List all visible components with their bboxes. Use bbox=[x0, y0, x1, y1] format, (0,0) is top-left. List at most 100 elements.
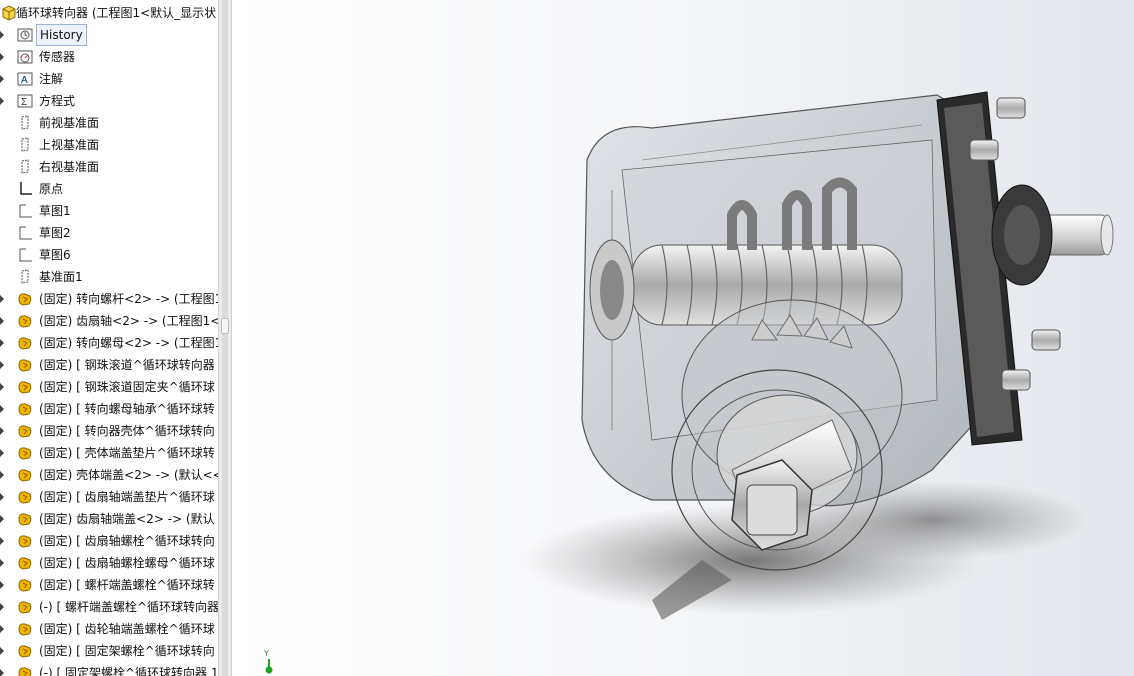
tree-item-label: (固定) 转向螺母<2> -> (工程图1 bbox=[39, 336, 218, 350]
tree-item[interactable]: (固定) 齿扇轴端盖<2> -> (默认 bbox=[0, 508, 218, 530]
model-view[interactable] bbox=[232, 0, 1134, 676]
tree-item[interactable]: Σ 方程式 bbox=[0, 90, 218, 112]
tree-item-label: (固定) [ 螺杆端盖螺栓^循环球转 bbox=[39, 578, 215, 592]
svg-text:Σ: Σ bbox=[21, 97, 27, 108]
part-icon bbox=[18, 447, 32, 460]
splitter-handle[interactable] bbox=[221, 318, 229, 334]
tree-item-label: (固定) [ 齿扇轴螺栓螺母^循环球 bbox=[39, 556, 215, 570]
tree-item-label: (固定) [ 壳体端盖垫片^循环球转 bbox=[39, 446, 215, 460]
expand-arrow-icon[interactable] bbox=[0, 339, 4, 347]
expand-arrow-icon[interactable] bbox=[0, 537, 4, 545]
part-icon bbox=[18, 403, 32, 416]
expand-arrow-icon[interactable] bbox=[0, 515, 4, 523]
tree-item[interactable]: 基准面1 bbox=[0, 266, 218, 288]
tree-item[interactable]: (固定) [ 螺杆端盖螺栓^循环球转 bbox=[0, 574, 218, 596]
tree-item[interactable]: (固定) 转向螺母<2> -> (工程图1 bbox=[0, 332, 218, 354]
tree-item[interactable]: (固定) [ 壳体端盖垫片^循环球转 bbox=[0, 442, 218, 464]
part-icon bbox=[18, 645, 32, 658]
tree-item[interactable]: (固定) [ 齿轮轴端盖螺栓^循环球 bbox=[0, 618, 218, 640]
tree-item-label: (-) [ 固定架螺栓^循环球转向器 1 bbox=[39, 666, 218, 676]
tree-item[interactable]: (固定) [ 齿扇轴端盖垫片^循环球 bbox=[0, 486, 218, 508]
tree-item[interactable]: 草图2 bbox=[0, 222, 218, 244]
tree-root-assembly[interactable]: 循环球转向器 (工程图1<默认_显示状 bbox=[0, 2, 218, 24]
tree-item-label: (固定) 齿扇轴<2> -> (工程图1< bbox=[39, 314, 218, 328]
origin-icon bbox=[20, 182, 32, 195]
part-icon bbox=[18, 491, 32, 504]
annotation-icon: A bbox=[17, 72, 33, 86]
tree-item[interactable]: 右视基准面 bbox=[0, 156, 218, 178]
expand-arrow-icon[interactable] bbox=[0, 471, 4, 479]
sensor-icon bbox=[17, 50, 33, 64]
part-icon bbox=[18, 293, 32, 306]
tree-item-label: 草图6 bbox=[39, 248, 71, 262]
tree-item[interactable]: (-) [ 螺杆端盖螺栓^循环球转向器 bbox=[0, 596, 218, 618]
svg-text:A: A bbox=[21, 75, 28, 86]
expand-arrow-icon[interactable] bbox=[0, 361, 4, 369]
tree-item-label: (-) [ 螺杆端盖螺栓^循环球转向器 bbox=[39, 600, 218, 614]
tree-root-label: 循环球转向器 (工程图1<默认_显示状 bbox=[16, 6, 217, 20]
tree-item[interactable]: (固定) [ 转向螺母轴承^循环球转 bbox=[0, 398, 218, 420]
expand-arrow-icon[interactable] bbox=[0, 97, 4, 105]
expand-arrow-icon[interactable] bbox=[0, 383, 4, 391]
tree-item[interactable]: (固定) [ 齿扇轴螺栓螺母^循环球 bbox=[0, 552, 218, 574]
expand-arrow-icon[interactable] bbox=[0, 581, 4, 589]
view-triad[interactable]: Y bbox=[262, 650, 276, 676]
tree-item[interactable]: (固定) [ 钢珠滚道固定夹^循环球 bbox=[0, 376, 218, 398]
triad-y-label: Y bbox=[264, 649, 269, 658]
tree-item-label: 草图1 bbox=[39, 204, 71, 218]
expand-arrow-icon[interactable] bbox=[0, 625, 4, 633]
expand-arrow-icon[interactable] bbox=[0, 603, 4, 611]
tree-item[interactable]: (固定) [ 钢珠滚道^循环球转向器 bbox=[0, 354, 218, 376]
tree-item[interactable]: (固定) [ 固定架螺栓^循环球转向 bbox=[0, 640, 218, 662]
panel-splitter[interactable] bbox=[218, 0, 232, 676]
part-icon bbox=[18, 425, 32, 438]
equation-icon: Σ bbox=[17, 94, 33, 108]
history-icon bbox=[17, 28, 33, 42]
tree-item-label: (固定) [ 固定架螺栓^循环球转向 bbox=[39, 644, 215, 658]
tree-item[interactable]: 草图1 bbox=[0, 200, 218, 222]
expand-arrow-icon[interactable] bbox=[0, 449, 4, 457]
tree-item[interactable]: (固定) 齿扇轴<2> -> (工程图1< bbox=[0, 310, 218, 332]
tree-item-label: 上视基准面 bbox=[39, 138, 100, 152]
tree-item[interactable]: 传感器 bbox=[0, 46, 218, 68]
tree-item[interactable]: History bbox=[0, 24, 218, 46]
tree-item[interactable]: (固定) 转向螺杆<2> -> (工程图1 bbox=[0, 288, 218, 310]
expand-arrow-icon[interactable] bbox=[0, 75, 4, 83]
expand-arrow-icon[interactable] bbox=[0, 31, 4, 39]
graphics-viewport[interactable]: Y bbox=[232, 0, 1134, 676]
expand-arrow-icon[interactable] bbox=[0, 493, 4, 501]
tree-item[interactable]: (-) [ 固定架螺栓^循环球转向器 1 bbox=[0, 662, 218, 676]
plane-icon bbox=[21, 269, 29, 284]
expand-arrow-icon[interactable] bbox=[0, 427, 4, 435]
tree-item-label: (固定) [ 转向螺母轴承^循环球转 bbox=[39, 402, 215, 416]
expand-arrow-icon[interactable] bbox=[0, 317, 4, 325]
tree-item[interactable]: A 注解 bbox=[0, 68, 218, 90]
expand-arrow-icon[interactable] bbox=[0, 295, 4, 303]
tree-item-label: (固定) [ 钢珠滚道^循环球转向器 bbox=[39, 358, 215, 372]
expand-arrow-icon[interactable] bbox=[0, 669, 4, 676]
expand-arrow-icon[interactable] bbox=[0, 647, 4, 655]
tree-item-label: (固定) 转向螺杆<2> -> (工程图1 bbox=[39, 292, 218, 306]
plane-icon bbox=[21, 159, 29, 174]
part-icon bbox=[18, 513, 32, 526]
expand-arrow-icon[interactable] bbox=[0, 405, 4, 413]
tree-item-label: 方程式 bbox=[39, 94, 76, 108]
tree-item[interactable]: (固定) [ 转向器壳体^循环球转向 bbox=[0, 420, 218, 442]
tree-item[interactable]: 前视基准面 bbox=[0, 112, 218, 134]
tree-item-label: History bbox=[36, 24, 87, 46]
input-shaft[interactable] bbox=[991, 184, 1114, 286]
tree-item-label: (固定) [ 钢珠滚道固定夹^循环球 bbox=[39, 380, 215, 394]
tree-item[interactable]: 上视基准面 bbox=[0, 134, 218, 156]
expand-arrow-icon[interactable] bbox=[0, 559, 4, 567]
tree-item-label: (固定) [ 转向器壳体^循环球转向 bbox=[39, 424, 215, 438]
tree-item[interactable]: (固定) 壳体端盖<2> -> (默认<< bbox=[0, 464, 218, 486]
part-icon bbox=[18, 535, 32, 548]
tree-item-label: (固定) 壳体端盖<2> -> (默认<< bbox=[39, 468, 218, 482]
expand-arrow-icon[interactable] bbox=[0, 53, 4, 61]
sketch-icon bbox=[19, 204, 32, 218]
tree-item[interactable]: (固定) [ 齿扇轴螺栓^循环球转向 bbox=[0, 530, 218, 552]
tree-item-label: 草图2 bbox=[39, 226, 71, 240]
tree-item[interactable]: 草图6 bbox=[0, 244, 218, 266]
tree-item-label: (固定) [ 齿扇轴螺栓^循环球转向 bbox=[39, 534, 215, 548]
tree-item[interactable]: 原点 bbox=[0, 178, 218, 200]
